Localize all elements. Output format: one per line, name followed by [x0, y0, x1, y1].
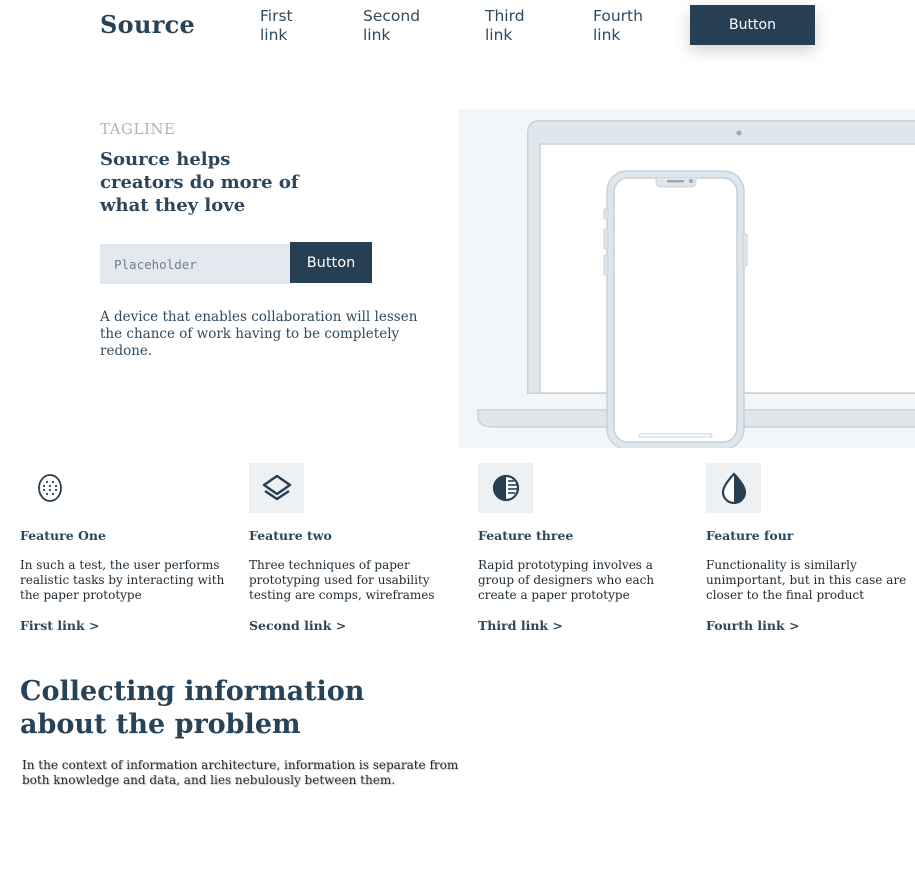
laptop-phone-image	[477, 120, 915, 448]
nav-link-first[interactable]: First link	[260, 7, 340, 45]
tagline: TAGLINE	[100, 120, 176, 138]
hero-title: Source helps creators do more of what th…	[100, 149, 299, 216]
feature-four-title: Feature four	[706, 528, 794, 543]
email-input[interactable]: Placeholder	[100, 244, 290, 284]
feature-one-text: In such a test, the user performs realis…	[20, 558, 225, 602]
layers-icon	[249, 463, 304, 513]
feature-one-link[interactable]: First link >	[20, 618, 99, 633]
feature-four-link[interactable]: Fourth link >	[706, 618, 800, 633]
feature-three-title: Feature three	[478, 528, 574, 543]
dotted-circle-icon	[22, 463, 77, 513]
nav-link-second-label: Second link	[363, 7, 421, 44]
logo[interactable]: Source	[100, 10, 195, 39]
device-illustration	[458, 109, 915, 448]
nav-link-second[interactable]: Second link	[363, 7, 443, 45]
striped-circle-icon	[478, 463, 533, 513]
feature-two-link[interactable]: Second link >	[249, 618, 346, 633]
nav-link-fourth[interactable]: Fourth link	[593, 7, 673, 45]
feature-three-link[interactable]: Third link >	[478, 618, 563, 633]
nav-link-third-label: Third link	[485, 7, 525, 44]
feature-two-title: Feature two	[249, 528, 332, 543]
header-button[interactable]: Button	[690, 5, 815, 45]
feature-three-text: Rapid prototyping involves a group of de…	[478, 558, 655, 602]
nav-link-fourth-label: Fourth link	[593, 7, 643, 44]
nav-link-first-label: First link	[260, 7, 293, 44]
info-text: In the context of information architectu…	[22, 758, 459, 787]
contrast-drop-icon	[706, 463, 761, 513]
nav-link-third[interactable]: Third link	[485, 7, 565, 45]
hero-description: A device that enables collaboration will…	[100, 309, 418, 359]
hero-submit-button[interactable]: Button	[290, 242, 372, 283]
feature-four-text: Functionality is similarly unimportant, …	[706, 558, 907, 602]
feature-one-title: Feature One	[20, 528, 106, 543]
feature-two-text: Three techniques of paper prototyping us…	[249, 558, 435, 602]
info-title: Collecting information about the problem	[20, 676, 365, 740]
